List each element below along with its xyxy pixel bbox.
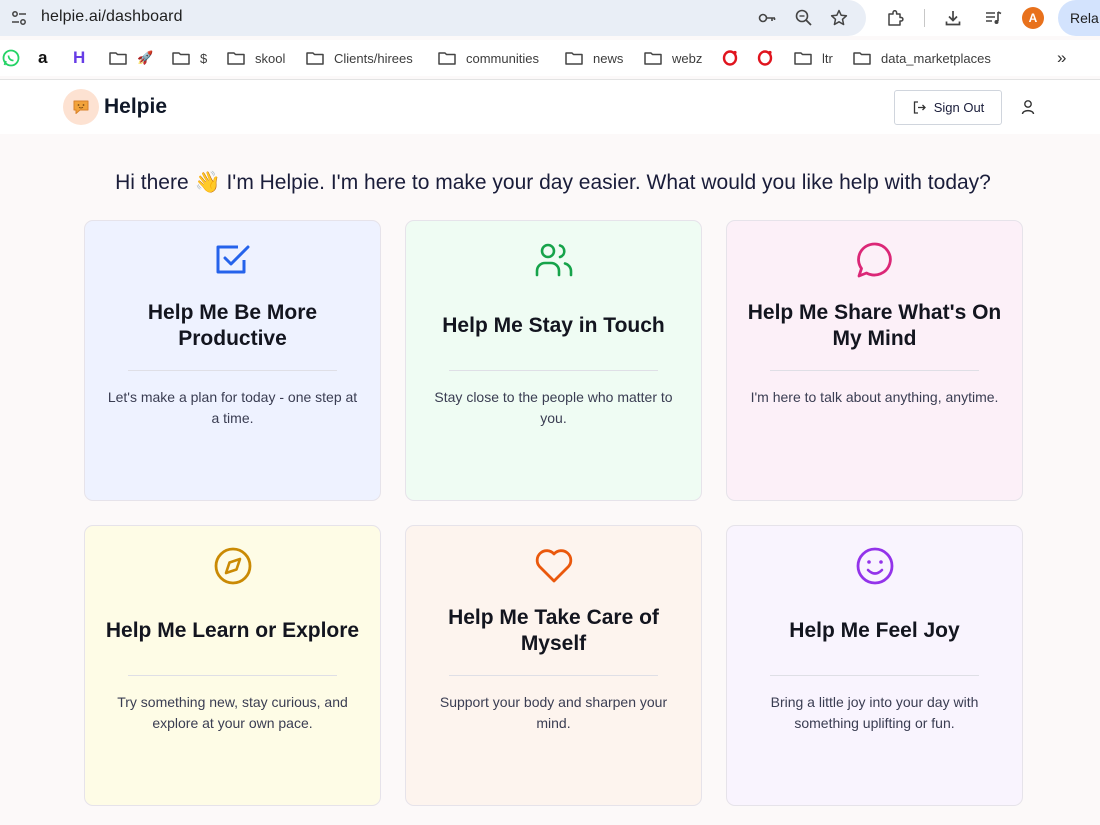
card-title: Help Me Feel Joy — [789, 619, 960, 642]
checkbox-icon — [216, 245, 249, 274]
sign-out-button[interactable]: Sign Out — [894, 90, 1002, 125]
app-header: Helpie Sign Out — [0, 80, 1100, 134]
card-description: Bring a little joy into your day with so… — [770, 694, 979, 731]
card-title: Help Me Stay in Touch — [442, 314, 665, 337]
users-icon — [535, 243, 572, 277]
bookmark-opera-1[interactable] — [722, 48, 738, 68]
opera-icon — [757, 50, 773, 66]
card-description: Let's make a plan for today - one step a… — [107, 389, 358, 426]
user-profile-icon[interactable] — [1019, 98, 1037, 116]
bookmark-opera-2[interactable] — [757, 48, 773, 68]
chat-bubble-icon — [856, 242, 892, 278]
greeting-heading: Hi there 👋 I'm Helpie. I'm here to make … — [115, 171, 991, 194]
card-description: I'm here to talk about anything, anytime… — [750, 389, 999, 405]
card-feel-joy[interactable]: Help Me Feel Joy Bring a little joy into… — [726, 525, 1023, 806]
media-playlist-icon[interactable] — [982, 7, 1004, 29]
site-info-icon[interactable] — [10, 9, 28, 27]
bookmark-folder-news[interactable]: news — [565, 48, 623, 68]
bookmark-folder-dollar[interactable]: $ — [172, 48, 207, 68]
folder-icon — [109, 52, 127, 65]
folder-icon — [853, 52, 871, 65]
brand-name[interactable]: Helpie — [104, 95, 167, 119]
card-divider — [128, 675, 337, 676]
bookmark-folder-webz[interactable]: webz — [644, 48, 702, 68]
folder-icon — [227, 52, 245, 65]
folder-icon — [565, 52, 583, 65]
card-title: Help Me Learn or Explore — [105, 619, 360, 642]
card-share-mind[interactable]: Help Me Share What's On My Mind I'm here… — [726, 220, 1023, 501]
bookmark-folder-data-marketplaces[interactable]: data_marketplaces — [853, 48, 991, 68]
opera-icon — [722, 50, 738, 66]
folder-icon — [438, 52, 456, 65]
bookmark-folder-clients[interactable]: Clients/hirees — [306, 48, 413, 68]
bookmarks-bar: a H 🚀 $ skool Clients/hirees communities… — [0, 40, 1100, 76]
compass-icon — [214, 547, 251, 585]
bookmark-folder-skool[interactable]: skool — [227, 48, 285, 68]
extensions-icon[interactable] — [884, 7, 906, 29]
bookmark-folder-rocket[interactable]: 🚀 — [109, 48, 153, 68]
card-title: Help Me Take Care of Myself — [448, 606, 659, 655]
whatsapp-icon — [2, 49, 20, 67]
card-description: Try something new, stay curious, and exp… — [117, 694, 348, 731]
password-key-icon[interactable] — [757, 8, 777, 28]
card-divider — [770, 675, 979, 676]
card-description: Support your body and sharpen your mind. — [439, 694, 668, 731]
url-text[interactable]: helpie.ai/dashboard — [41, 8, 183, 26]
card-title: Help Me Share What's On My Mind — [747, 301, 1002, 350]
folder-icon — [306, 52, 324, 65]
folder-icon — [794, 52, 812, 65]
smiley-icon — [856, 547, 893, 585]
download-icon[interactable] — [942, 7, 964, 29]
bookmarks-overflow-button[interactable]: » — [1057, 48, 1066, 68]
chat-logo-icon — [73, 100, 89, 114]
bookmark-folder-ltr[interactable]: ltr — [794, 48, 833, 68]
bookmark-star-icon[interactable] — [829, 8, 849, 28]
address-bar[interactable]: helpie.ai/dashboard — [0, 0, 866, 36]
folder-icon — [644, 52, 662, 65]
toolbar-separator — [924, 9, 925, 27]
sign-out-label: Sign Out — [933, 100, 985, 115]
card-divider — [770, 370, 979, 371]
card-description: Stay close to the people who matter to y… — [434, 389, 673, 426]
card-learn-explore[interactable]: Help Me Learn or Explore Try something n… — [84, 525, 381, 806]
card-divider — [128, 370, 337, 371]
amazon-icon: a — [38, 48, 48, 67]
helpie-logo[interactable] — [63, 89, 99, 125]
card-stay-in-touch[interactable]: Help Me Stay in Touch Stay close to the … — [405, 220, 702, 501]
bookmark-hostinger[interactable]: H — [73, 48, 85, 68]
card-self-care[interactable]: Help Me Take Care of Myself Support your… — [405, 525, 702, 806]
relaunch-button[interactable]: Rela — [1058, 0, 1100, 36]
bookmark-amazon[interactable]: a — [38, 48, 47, 68]
card-divider — [449, 675, 658, 676]
sign-out-icon — [913, 101, 926, 114]
browser-toolbar: helpie.ai/dashboard A Rela — [0, 0, 1100, 36]
bookmark-whatsapp[interactable] — [2, 48, 20, 68]
hostinger-icon: H — [73, 48, 86, 67]
profile-avatar[interactable]: A — [1022, 7, 1044, 29]
bookmark-folder-communities[interactable]: communities — [438, 48, 539, 68]
zoom-icon[interactable] — [794, 8, 814, 28]
card-title: Help Me Be More Productive — [147, 301, 318, 350]
heart-icon — [535, 549, 572, 583]
card-productive[interactable]: Help Me Be More Productive Let's make a … — [84, 220, 381, 501]
folder-icon — [172, 52, 190, 65]
card-divider — [449, 370, 658, 371]
